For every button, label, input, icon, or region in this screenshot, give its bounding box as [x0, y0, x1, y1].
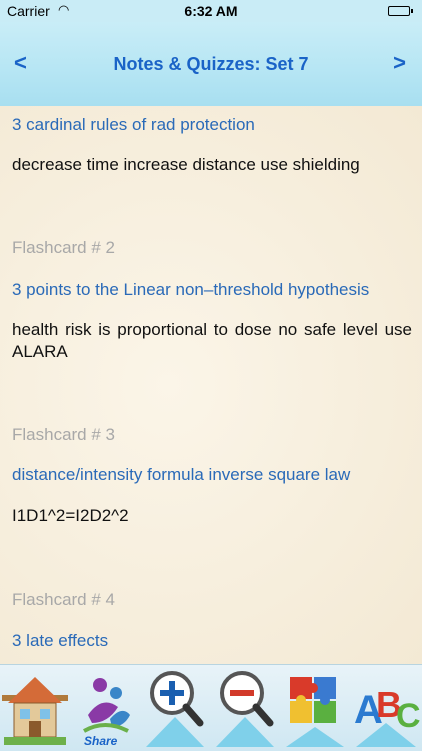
- status-time: 6:32 AM: [184, 3, 238, 19]
- flashcard-question: 3 points to the Linear non–threshold hyp…: [12, 280, 370, 299]
- flashcard-answer: I1D1^2=I2D2^2: [12, 506, 129, 525]
- battery-icon: [388, 6, 413, 16]
- flashcard-answer: health risk is proportional to dose no s…: [12, 320, 412, 361]
- forward-button[interactable]: >: [393, 50, 406, 76]
- zoom-in-icon: [146, 671, 204, 747]
- flashcard-question: distance/intensity formula inverse squar…: [12, 465, 351, 484]
- tab-bar: Share A B C: [0, 664, 422, 751]
- zoom-out-icon: [216, 671, 274, 747]
- svg-text:C: C: [396, 697, 421, 735]
- page-title: Notes & Quizzes: Set 7: [113, 54, 309, 74]
- zoom-out-button[interactable]: [210, 665, 280, 751]
- home-icon: [2, 677, 68, 745]
- abc-button[interactable]: A B C: [350, 665, 422, 751]
- nav-bar: < Notes & Quizzes: Set 7 >: [0, 22, 422, 106]
- flashcard-label: Flashcard # 2: [12, 238, 115, 257]
- share-button[interactable]: Share: [70, 665, 140, 751]
- home-button[interactable]: [0, 665, 70, 751]
- puzzle-icon: [286, 677, 344, 747]
- flashcard-label: Flashcard # 4: [12, 590, 115, 609]
- flashcard-answer: decrease time increase distance use shie…: [12, 155, 360, 174]
- flashcard-list[interactable]: 3 cardinal rules of rad protection decre…: [0, 106, 422, 664]
- status-bar: Carrier ◠ 6:32 AM: [0, 0, 422, 22]
- flashcard-label: Flashcard # 3: [12, 425, 115, 444]
- share-label: Share: [84, 734, 118, 748]
- share-icon: Share: [83, 678, 130, 748]
- flashcard-question: 3 late effects: [12, 631, 109, 650]
- flashcard-question: 3 cardinal rules of rad protection: [12, 115, 255, 134]
- abc-icon: A B C: [354, 684, 421, 747]
- zoom-in-button[interactable]: [140, 665, 210, 751]
- puzzle-button[interactable]: [280, 665, 350, 751]
